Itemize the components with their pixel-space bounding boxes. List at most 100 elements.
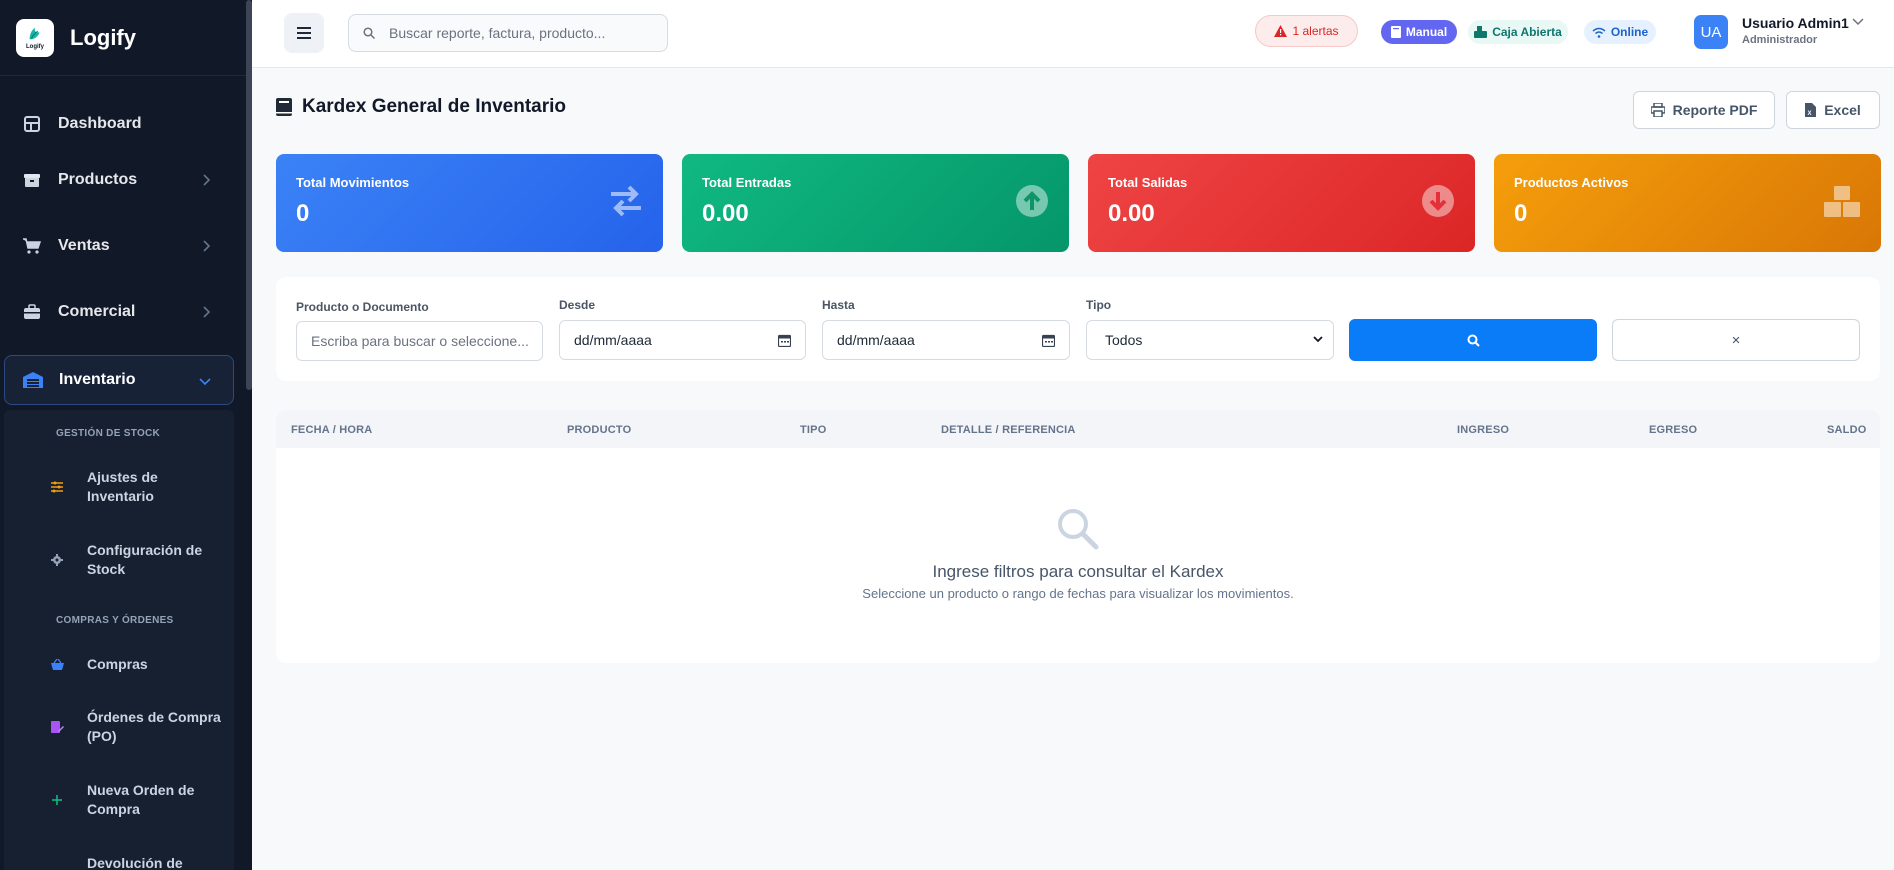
stat-value: 0.00 [1108,200,1155,227]
logo-text: Logify [26,44,44,50]
submenu-item-configuracion[interactable]: Configuración de Stock [49,540,224,580]
close-icon: × [1731,331,1741,349]
caja-status-badge[interactable]: Caja Abierta [1468,20,1568,44]
online-label: Online [1610,25,1649,39]
excel-button[interactable]: X Excel [1786,91,1880,129]
stat-card-movimientos: Total Movimientos 0 [276,154,663,252]
stat-card-entradas: Total Entradas 0.00 [682,154,1069,252]
submenu-item-label: Órdenes de Compra (PO) [87,709,221,744]
file-edit-icon [49,719,65,735]
search-input[interactable] [389,25,649,41]
submenu-item-label: Configuración de Stock [87,542,203,577]
brand-name: Logify [70,24,136,50]
wifi-icon [1592,27,1606,38]
submenu-section-compras: COMPRAS Y ÓRDENES [56,615,174,626]
sidebar-item-label: Inventario [59,371,136,388]
cash-register-icon [1474,26,1488,38]
clear-filters-button[interactable]: × [1612,319,1860,361]
inventario-submenu: GESTIÓN DE STOCK Ajustes de Inventario C… [4,410,234,870]
hand-logo-icon [29,27,40,40]
gear-icon [49,552,65,568]
user-role: Administrador [1742,34,1818,46]
chevron-down-icon [1313,336,1323,343]
submenu-item-nueva-orden[interactable]: Nueva Orden de Compra [49,780,224,820]
submenu-item-label: Nueva Orden de Compra [87,782,195,817]
alerts-label: 1 alertas [1292,24,1339,38]
dashboard-icon [22,114,42,134]
tipo-value: Todos [1105,332,1143,348]
empty-state-title: Ingrese filtros para consultar el Kardex [932,562,1224,581]
desde-label: Desde [559,298,596,312]
hasta-date-input[interactable]: dd/mm/aaaa [822,320,1070,360]
excel-label: Excel [1824,102,1861,118]
calendar-icon[interactable] [1042,334,1055,347]
stat-card-productos: Productos Activos 0 [1494,154,1881,252]
column-header: PRODUCTO [567,424,632,436]
stat-value: 0 [296,200,310,227]
table-header: FECHA / HORA PRODUCTO TIPO DETALLE / REF… [276,410,1880,448]
stat-label: Productos Activos [1514,175,1629,190]
tipo-select[interactable]: Todos [1086,320,1334,360]
alerts-badge[interactable]: 1 alertas [1255,15,1358,47]
warehouse-icon [23,370,43,390]
menu-toggle-button[interactable] [284,13,324,53]
chevron-down-icon[interactable] [1852,18,1864,26]
sidebar-item-inventario[interactable]: Inventario [4,355,234,405]
calendar-icon[interactable] [778,334,791,347]
sidebar-item-productos[interactable]: Productos [4,155,234,205]
sidebar-item-label: Comercial [58,303,136,320]
search-button[interactable] [1349,319,1597,361]
pdf-report-button[interactable]: Reporte PDF [1633,91,1775,129]
stat-value: 0 [1514,200,1528,227]
manual-button[interactable]: Manual [1381,20,1457,44]
file-excel-icon: X [1805,103,1817,117]
sidebar-item-comercial[interactable]: Comercial [4,287,234,337]
column-header: DETALLE / REFERENCIA [941,424,1076,436]
submenu-item-compras[interactable]: Compras [49,654,224,674]
sidebar-item-ventas[interactable]: Ventas [4,221,234,271]
online-status-badge[interactable]: Online [1584,20,1656,44]
column-header: SALDO [1827,424,1867,436]
avatar[interactable]: UA [1694,15,1728,49]
stat-label: Total Movimientos [296,175,410,190]
svg-text:X: X [1808,111,1812,117]
kardex-table: FECHA / HORA PRODUCTO TIPO DETALLE / REF… [276,410,1880,663]
column-header: INGRESO [1457,424,1510,436]
hasta-label: Hasta [822,298,855,312]
box-icon [22,170,42,190]
sidebar-item-label: Dashboard [58,115,142,132]
producto-input[interactable]: Escriba para buscar o seleccione... [296,321,543,361]
column-header: EGRESO [1649,424,1698,436]
column-header: FECHA / HORA [291,424,373,436]
stat-card-salidas: Total Salidas 0.00 [1088,154,1475,252]
page-title: Kardex General de Inventario [276,96,566,118]
page-title-text: Kardex General de Inventario [302,96,566,117]
producto-label: Producto o Documento [296,300,429,314]
desde-date-input[interactable]: dd/mm/aaaa [559,320,806,360]
book-icon [1390,26,1401,38]
empty-state-subtitle: Seleccione un producto o rango de fechas… [862,586,1294,601]
submenu-item-devolucion[interactable]: Devolución de [49,853,224,870]
submenu-item-ajustes[interactable]: Ajustes de Inventario [49,467,224,507]
chevron-down-icon [199,378,211,386]
submenu-item-label: Compras [87,655,148,672]
submenu-item-ordenes[interactable]: Órdenes de Compra (PO) [49,707,224,747]
stat-label: Total Salidas [1108,175,1188,190]
search-icon [1058,509,1099,550]
sidebar-item-dashboard[interactable]: Dashboard [4,99,234,149]
global-search[interactable] [348,14,668,52]
briefcase-icon [22,302,42,322]
brand[interactable]: Logify Logify [0,0,252,76]
sidebar-item-label: Productos [58,171,138,188]
search-icon [1467,334,1480,347]
arrow-up-circle-icon [1016,185,1048,217]
return-icon [49,855,65,870]
desde-value: dd/mm/aaaa [574,332,652,348]
swap-arrows-icon [611,185,641,217]
submenu-item-label: Ajustes de Inventario [87,469,158,504]
book-icon [276,98,292,116]
basket-icon [49,656,65,672]
user-name[interactable]: Usuario Admin1 [1742,15,1849,31]
warning-icon [1274,25,1288,37]
sidebar-item-label: Ventas [58,237,110,254]
